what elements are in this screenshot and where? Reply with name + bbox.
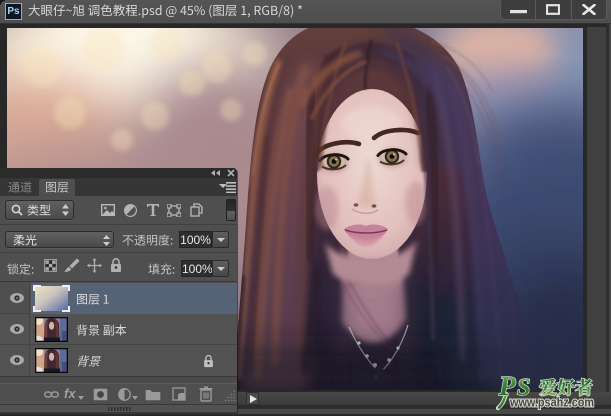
svg-text:www.psahz.com: www.psahz.com xyxy=(509,396,594,410)
